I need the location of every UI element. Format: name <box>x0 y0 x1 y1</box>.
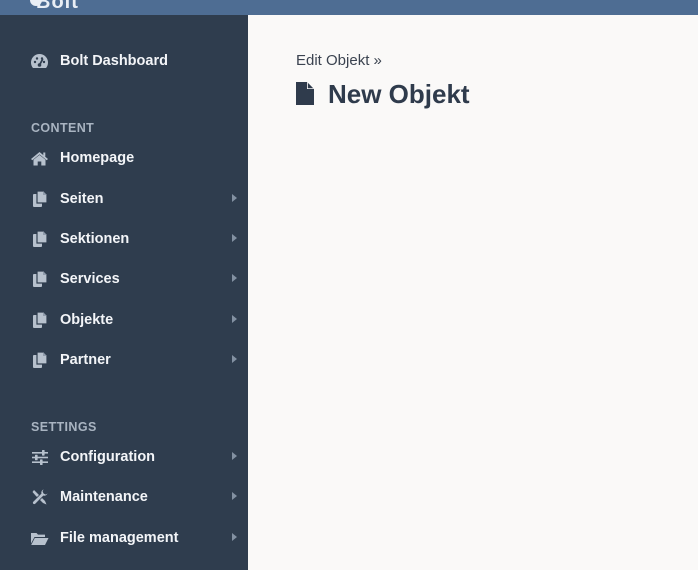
chevron-right-icon <box>232 274 237 282</box>
chevron-right-icon <box>232 355 237 363</box>
sidebar-item-sektionen[interactable]: Sektionen <box>0 222 248 256</box>
sidebar-item-maintenance[interactable]: Maintenance <box>0 480 248 514</box>
section-title-content: CONTENT <box>31 121 95 135</box>
tools-icon <box>30 488 49 506</box>
sidebar-item-services[interactable]: Services <box>0 262 248 296</box>
chevron-right-icon <box>232 234 237 242</box>
copy-icon <box>30 270 49 288</box>
sidebar-item-dashboard[interactable]: Bolt Dashboard <box>0 44 248 78</box>
sidebar-item-label: Maintenance <box>60 489 148 505</box>
sidebar-item-label: File management <box>60 530 179 546</box>
chevron-right-icon <box>232 194 237 202</box>
sidebar-item-label: Configuration <box>60 449 156 465</box>
copy-icon <box>30 190 49 208</box>
chevron-right-icon <box>232 492 237 500</box>
chevron-right-icon <box>232 452 237 460</box>
sidebar-item-configuration[interactable]: Configuration <box>0 440 248 474</box>
sidebar-item-label: Bolt Dashboard <box>60 53 168 69</box>
chevron-right-icon <box>232 533 237 541</box>
breadcrumb-link-edit-objekt[interactable]: Edit Objekt » <box>296 52 382 69</box>
sidebar-item-label: Services <box>60 271 120 287</box>
sidebar-item-label: Sektionen <box>60 231 130 247</box>
page-title: New Objekt <box>328 79 470 109</box>
breadcrumb: Edit Objekt » <box>296 52 382 69</box>
sidebar-item-seiten[interactable]: Seiten <box>0 182 248 216</box>
sidebar-item-label: Homepage <box>60 150 135 166</box>
sidebar-item-homepage[interactable]: Homepage <box>0 141 248 175</box>
chevron-right-icon <box>232 315 237 323</box>
brand-name[interactable]: Bolt <box>36 0 79 14</box>
file-icon <box>296 82 314 110</box>
copy-icon <box>30 311 49 329</box>
sliders-icon <box>30 448 49 466</box>
sidebar-item-partner[interactable]: Partner <box>0 343 248 377</box>
copy-icon <box>30 230 49 248</box>
main-content: Edit Objekt » New Objekt <box>248 15 698 570</box>
sidebar-item-file-management[interactable]: File management <box>0 521 248 555</box>
top-navbar: Bolt <box>0 0 698 15</box>
sidebar: Bolt Dashboard CONTENT Homepage Seiten S… <box>0 15 248 570</box>
folder-open-icon <box>30 529 49 547</box>
sidebar-item-label: Objekte <box>60 312 114 328</box>
dashboard-gauge-icon <box>30 52 49 70</box>
home-icon <box>30 149 49 167</box>
sidebar-item-label: Partner <box>60 352 111 368</box>
copy-icon <box>30 351 49 369</box>
sidebar-item-objekte[interactable]: Objekte <box>0 303 248 337</box>
sidebar-item-label: Seiten <box>60 191 104 207</box>
section-title-settings: SETTINGS <box>31 420 97 434</box>
